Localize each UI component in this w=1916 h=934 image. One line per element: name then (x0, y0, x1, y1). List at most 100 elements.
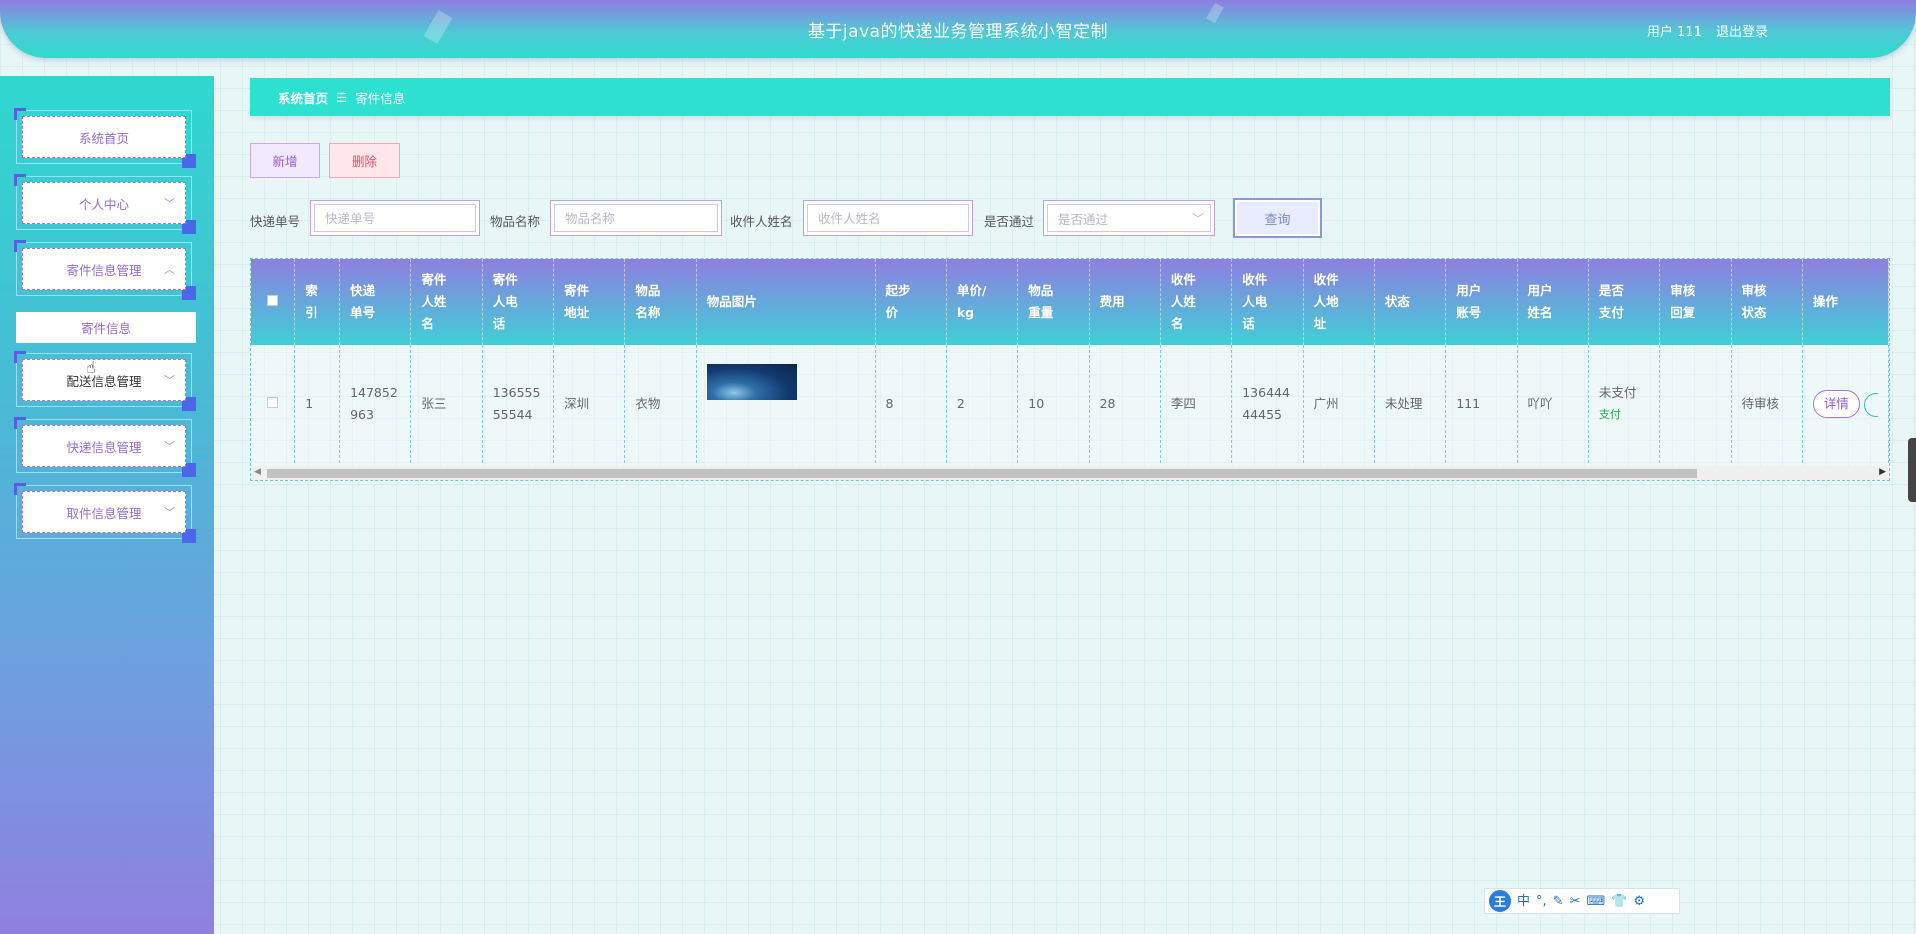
chevron-down-icon: ﹀ (1191, 211, 1204, 226)
column-header: 是否 支付 (1588, 259, 1661, 345)
column-header: 寄件 人姓名 (410, 259, 483, 345)
column-header: 用户 账号 (1445, 259, 1518, 345)
column-header: 操作 (1802, 259, 1889, 345)
tracking-input-field[interactable] (325, 210, 479, 226)
chevron-down-icon: ﹀ (164, 197, 175, 210)
cell-actions: 详情 (1802, 345, 1889, 463)
receiver-name-input[interactable] (803, 200, 973, 236)
approved-select-placeholder: 是否通过 (1058, 211, 1109, 227)
sidebar-item-delivery-management[interactable]: 配送信息管理 ﹀ (14, 351, 196, 411)
add-button[interactable]: 新增 (250, 143, 320, 178)
column-header: 寄件 地址 (553, 259, 626, 345)
chevron-down-icon: ﹀ (164, 440, 175, 453)
breadcrumb-separator-icon: ☰ (336, 89, 348, 105)
chevron-down-icon: ﹀ (164, 506, 175, 519)
column-header: 用户 姓名 (1517, 259, 1589, 345)
cell-receiver-phone: 13644444455 (1231, 345, 1304, 463)
cell-item-image (696, 345, 876, 463)
detail-button[interactable]: 详情 (1812, 390, 1860, 418)
column-header: 状态 (1374, 259, 1447, 345)
ime-skin-icon[interactable]: 👕 (1611, 895, 1627, 908)
cell-fee: 28 (1089, 345, 1161, 463)
submenu-item-send-info[interactable]: 寄件信息 (16, 312, 196, 343)
app-header: 基于java的快递业务管理系统小智定制 用户 111 退出登录 (0, 0, 1916, 58)
cell-index: 1 (294, 345, 341, 463)
column-header: 物品 名称 (624, 259, 697, 345)
column-header: 寄件 人电话 (482, 259, 555, 345)
tracking-label: 快递单号 (250, 214, 301, 229)
tracking-input[interactable] (310, 200, 480, 236)
item-name-input-field[interactable] (565, 210, 721, 226)
breadcrumb-home[interactable]: 系统首页 (278, 88, 328, 107)
user-area: 用户 111 退出登录 (1637, 21, 1768, 40)
column-header: 起步价 (875, 259, 947, 345)
chevron-down-icon: ﹀ (164, 374, 175, 387)
data-table: 索引 快递 单号 寄件 人姓名 寄件 人电话 寄件 地址 物品 名称 物品图片 起步价 单… (250, 258, 1890, 481)
sidebar-item-label: 快递信息管理 (66, 439, 142, 455)
scrollbar-thumb[interactable] (267, 469, 1697, 478)
approved-select[interactable]: 是否通过 ﹀ (1043, 200, 1215, 236)
scroll-right-icon[interactable]: ▶ (1879, 467, 1886, 477)
sidebar-item-personal-center[interactable]: 个人中心 ﹀ (14, 174, 196, 234)
ime-toolbar: 王 中 °, ✎ ✂ ⌨ 👕 ⚙ (1484, 888, 1680, 914)
ime-keyboard-icon[interactable]: ⌨ (1586, 895, 1605, 908)
receiver-name-label: 收件人姓名 (730, 214, 793, 229)
select-all-checkbox-cell[interactable] (251, 259, 296, 345)
edit-button[interactable] (1863, 392, 1878, 417)
logout-link[interactable]: 退出登录 (1716, 25, 1768, 40)
user-label: 用户 111 (1646, 25, 1702, 40)
item-image[interactable] (706, 364, 797, 400)
column-header: 单价/kg (946, 259, 1019, 345)
sidebar: 系统首页 个人中心 ﹀ 寄件信息管理 ︿ 寄件信息 配送信息管理 ﹀ 快递信息管理 ﹀ … (0, 76, 214, 934)
table-header-row: 索引 快递 单号 寄件 人姓名 寄件 人电话 寄件 地址 物品 名称 物品图片 起步价 单… (251, 259, 1889, 345)
sidebar-item-pickup-management[interactable]: 取件信息管理 ﹀ (14, 483, 196, 543)
row-checkbox[interactable] (267, 397, 279, 408)
sidebar-item-label: 配送信息管理 (66, 373, 142, 389)
sidebar-item-label: 寄件信息管理 (66, 262, 142, 278)
column-header: 审核 状态 (1731, 259, 1803, 345)
column-header: 快递 单号 (339, 259, 412, 345)
ime-scissors-icon[interactable]: ✂ (1570, 895, 1581, 908)
sidebar-item-label: 取件信息管理 (66, 505, 142, 521)
cell-unit-price: 2 (946, 345, 1019, 463)
cell-review-status: 待审核 (1731, 345, 1803, 463)
scroll-left-icon[interactable]: ◀ (254, 467, 261, 477)
cell-sender-name: 张三 (410, 345, 483, 463)
column-header: 审核 回复 (1659, 259, 1732, 345)
horizontal-scrollbar[interactable]: ◀ ▶ (251, 466, 1889, 480)
cell-status: 未处理 (1374, 345, 1447, 463)
delete-button[interactable]: 删除 (329, 143, 400, 178)
column-header: 费用 (1089, 259, 1161, 345)
ime-chinese-icon[interactable]: 中 (1517, 895, 1530, 908)
column-header: 索引 (294, 259, 341, 345)
cell-sender-phone: 13655555544 (482, 345, 555, 463)
item-name-input[interactable] (550, 200, 722, 236)
receiver-name-input-field[interactable] (818, 210, 972, 226)
hand-cursor-icon: ☝ (86, 358, 96, 377)
sidebar-item-home[interactable]: 系统首页 (14, 108, 196, 168)
cell-sender-address: 深圳 (553, 345, 626, 463)
cell-user-account: 111 (1445, 345, 1518, 463)
row-checkbox-cell[interactable] (251, 345, 296, 463)
ime-settings-icon[interactable]: ⚙ (1633, 895, 1645, 908)
cell-receiver-name: 李四 (1160, 345, 1233, 463)
edge-handle[interactable] (1908, 438, 1916, 502)
ime-punctuation-icon[interactable]: °, (1536, 895, 1547, 908)
column-header: 收件 人姓名 (1160, 259, 1233, 345)
cell-item-name: 衣物 (624, 345, 697, 463)
pay-status: 未支付 (1598, 385, 1637, 400)
cell-receiver-address: 广州 (1303, 345, 1375, 463)
sidebar-item-label: 个人中心 (78, 196, 129, 212)
approved-label: 是否通过 (984, 214, 1035, 229)
ime-pen-icon[interactable]: ✎ (1553, 895, 1564, 908)
sidebar-item-express-management[interactable]: 快递信息管理 ﹀ (14, 417, 196, 477)
column-header: 物品图片 (696, 259, 876, 345)
ime-logo-icon[interactable]: 王 (1489, 890, 1511, 912)
column-header: 物品 重量 (1017, 259, 1090, 345)
cell-weight: 10 (1017, 345, 1090, 463)
pay-link[interactable]: 支付 (1599, 404, 1649, 426)
query-button[interactable]: 查询 (1233, 198, 1322, 238)
sidebar-item-send-management[interactable]: 寄件信息管理 ︿ (14, 240, 196, 300)
select-all-checkbox[interactable] (267, 295, 279, 306)
column-header: 收件 人地址 (1303, 259, 1375, 345)
